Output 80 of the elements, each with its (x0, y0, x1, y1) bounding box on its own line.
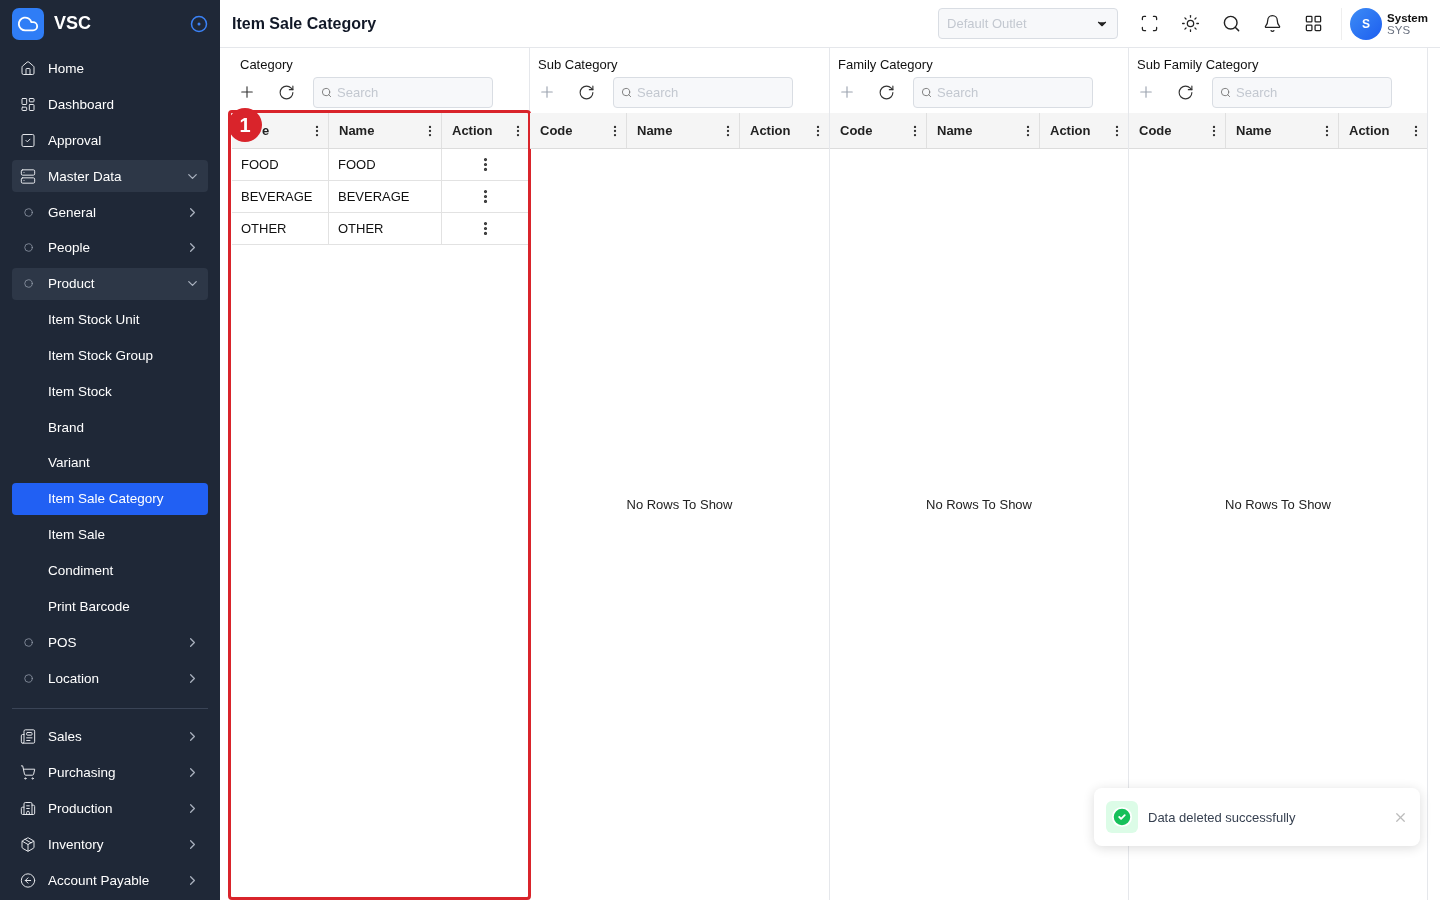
server-icon (20, 167, 36, 185)
refresh-icon[interactable] (278, 83, 295, 101)
column-header: Name (339, 123, 376, 138)
arrow-left-icon (20, 871, 36, 889)
search-icon (921, 86, 932, 98)
sidebar-item[interactable]: Brand (12, 411, 208, 444)
table-cell: BEVERAGE (329, 181, 442, 212)
empty-message: No Rows To Show (926, 497, 1032, 512)
dashboard-icon (20, 96, 36, 113)
column-header: Name (637, 123, 674, 138)
column-header: Name (1236, 123, 1273, 138)
checkbox-icon (20, 131, 36, 149)
search-icon (621, 86, 632, 98)
column-header: Code (1139, 123, 1173, 138)
panel-title: Sub Family Category (1136, 56, 1260, 74)
column-header: e (262, 123, 271, 138)
cart-icon (20, 764, 36, 782)
sidebar-item[interactable]: General (12, 196, 208, 228)
list-icon (20, 728, 36, 746)
sidebar-item[interactable]: Item Stock Group (12, 339, 208, 372)
sidebar-item[interactable]: Condiment (12, 554, 208, 587)
table-cell: OTHER (329, 213, 442, 244)
table-cell: FOOD (329, 149, 442, 180)
sidebar-item[interactable]: POS (12, 626, 208, 659)
column-header: Action (1349, 123, 1391, 138)
search-icon (321, 86, 332, 98)
table-cell: OTHER (232, 213, 329, 244)
panel-title: Category (239, 56, 294, 74)
cloud-logo-icon (12, 7, 44, 40)
user-avatar[interactable]: S (1350, 7, 1383, 40)
column-header: Code (840, 123, 874, 138)
sidebar-item[interactable]: Approval (12, 124, 208, 157)
bullet-icon (23, 243, 33, 253)
sidebar-item[interactable]: Item Stock Unit (12, 303, 208, 336)
sidebar-item[interactable]: People (12, 231, 208, 264)
bullet-icon (23, 673, 33, 683)
table-cell: FOOD (232, 149, 329, 180)
user-name: System (1387, 11, 1428, 24)
check-icon (1106, 801, 1138, 833)
refresh-icon[interactable] (578, 83, 595, 101)
bullet-icon (23, 279, 33, 289)
panel-title: Family Category (837, 56, 934, 74)
column-header: Action (452, 123, 494, 138)
user-role: SYS (1387, 23, 1411, 36)
sidebar-item[interactable]: Item Sale Category (12, 482, 208, 515)
sidebar-item[interactable]: Location (12, 662, 208, 694)
refresh-icon[interactable] (878, 83, 895, 101)
sidebar-item[interactable]: Master Data (12, 160, 208, 193)
sidebar-item[interactable]: Inventory (12, 828, 208, 861)
search-icon (1220, 86, 1231, 98)
sidebar-item[interactable]: Production (12, 792, 208, 825)
column-header: Action (1050, 123, 1092, 138)
sidebar-item[interactable]: Item Stock (12, 375, 208, 408)
sidebar-item[interactable]: Item Sale (12, 518, 208, 551)
home-icon (20, 60, 36, 78)
column-header: Name (937, 123, 974, 138)
empty-message: No Rows To Show (1225, 497, 1331, 512)
sidebar-item[interactable]: Sales (12, 720, 208, 753)
column-header: Code (540, 123, 574, 138)
brand-name: VSC (54, 13, 92, 35)
building-icon (20, 800, 36, 818)
sidebar-item[interactable]: Product (12, 267, 208, 300)
column-header: Action (750, 123, 792, 138)
sidebar-item[interactable]: Dashboard (12, 88, 208, 121)
box-icon (20, 835, 36, 853)
sidebar-item[interactable]: Variant (12, 447, 208, 479)
page-title: Item Sale Category (232, 14, 378, 33)
empty-message: No Rows To Show (626, 497, 733, 512)
toast-message: Data deleted successfully (1148, 809, 1297, 825)
plus-icon[interactable] (238, 83, 256, 101)
sidebar-item[interactable]: Account Payable (12, 864, 208, 897)
panel-title: Sub Category (537, 56, 619, 74)
sidebar-item[interactable]: Print Barcode (12, 590, 208, 623)
sidebar-item[interactable]: Home (12, 52, 208, 85)
refresh-icon[interactable] (1177, 83, 1194, 101)
sidebar-item[interactable]: Purchasing (12, 756, 208, 789)
bullet-icon (23, 207, 33, 217)
radio-icon[interactable] (190, 14, 208, 33)
bullet-icon (23, 637, 33, 647)
table-cell: BEVERAGE (232, 181, 329, 212)
